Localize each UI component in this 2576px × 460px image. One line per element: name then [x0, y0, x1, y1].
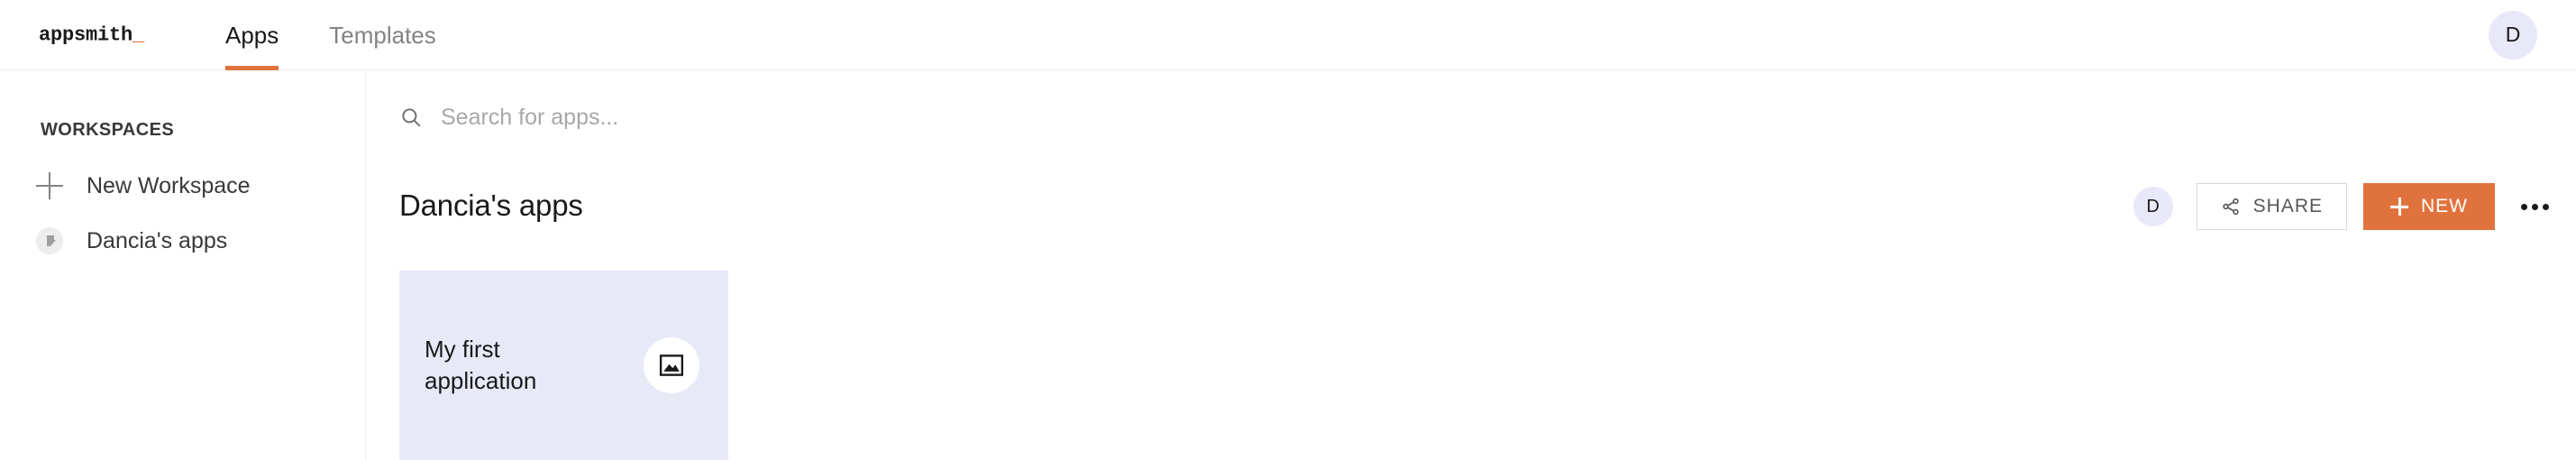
sidebar-heading-workspaces: WORKSPACES — [41, 120, 175, 140]
search-bar — [367, 71, 2576, 163]
plus-icon — [2390, 198, 2408, 216]
tab-templates[interactable]: Templates — [304, 0, 461, 70]
header-tabs: Apps Templates — [200, 0, 461, 70]
tab-templates-label: Templates — [329, 21, 436, 49]
search-input[interactable] — [441, 99, 1072, 135]
sidebar-item-label: New Workspace — [87, 172, 251, 198]
user-avatar[interactable]: D — [2489, 10, 2537, 60]
new-button[interactable]: NEW — [2363, 183, 2495, 230]
ellipsis-icon — [2531, 203, 2538, 210]
main-content: Dancia's apps D SHARE NEW My first appli… — [367, 163, 2576, 460]
share-button-label: SHARE — [2252, 196, 2323, 216]
sidebar-item-new-workspace[interactable]: New Workspace — [0, 161, 366, 210]
appsmith-logo[interactable]: appsmith_ — [39, 23, 144, 46]
share-icon — [2221, 197, 2241, 216]
top-header: appsmith_ Apps Templates D — [0, 0, 2576, 70]
workspace-logo-icon — [36, 227, 63, 254]
image-placeholder-icon — [644, 337, 699, 393]
logo-cursor: _ — [132, 23, 145, 46]
sidebar: WORKSPACES New Workspace Dancia's apps — [0, 71, 366, 460]
search-icon — [399, 106, 423, 129]
workspace-actions: D SHARE NEW — [2133, 183, 2554, 230]
member-avatar-initial: D — [2146, 196, 2160, 216]
application-card-name: My first application — [425, 335, 537, 394]
sidebar-item-dancias-apps[interactable]: Dancia's apps — [0, 216, 366, 265]
appsmith-dashboard: appsmith_ Apps Templates D WORKSPACES Ne… — [0, 0, 2576, 460]
new-button-label: NEW — [2421, 196, 2468, 216]
sidebar-item-label: Dancia's apps — [87, 227, 228, 253]
plus-icon — [36, 172, 63, 199]
application-card[interactable]: My first application — [399, 271, 728, 460]
user-avatar-initial: D — [2505, 23, 2521, 46]
workspace-member-avatar[interactable]: D — [2133, 187, 2173, 226]
page-title: Dancia's apps — [399, 189, 583, 222]
share-button[interactable]: SHARE — [2196, 183, 2347, 230]
ellipsis-icon — [2520, 203, 2527, 210]
tab-apps-label: Apps — [225, 21, 279, 49]
tab-apps[interactable]: Apps — [200, 0, 304, 70]
workspace-more-options-button[interactable] — [2515, 187, 2554, 226]
workspace-header: Dancia's apps D SHARE NEW — [367, 163, 2576, 271]
ellipsis-icon — [2542, 203, 2549, 210]
application-card-list: My first application — [399, 271, 728, 460]
logo-text: appsmith — [39, 23, 133, 46]
